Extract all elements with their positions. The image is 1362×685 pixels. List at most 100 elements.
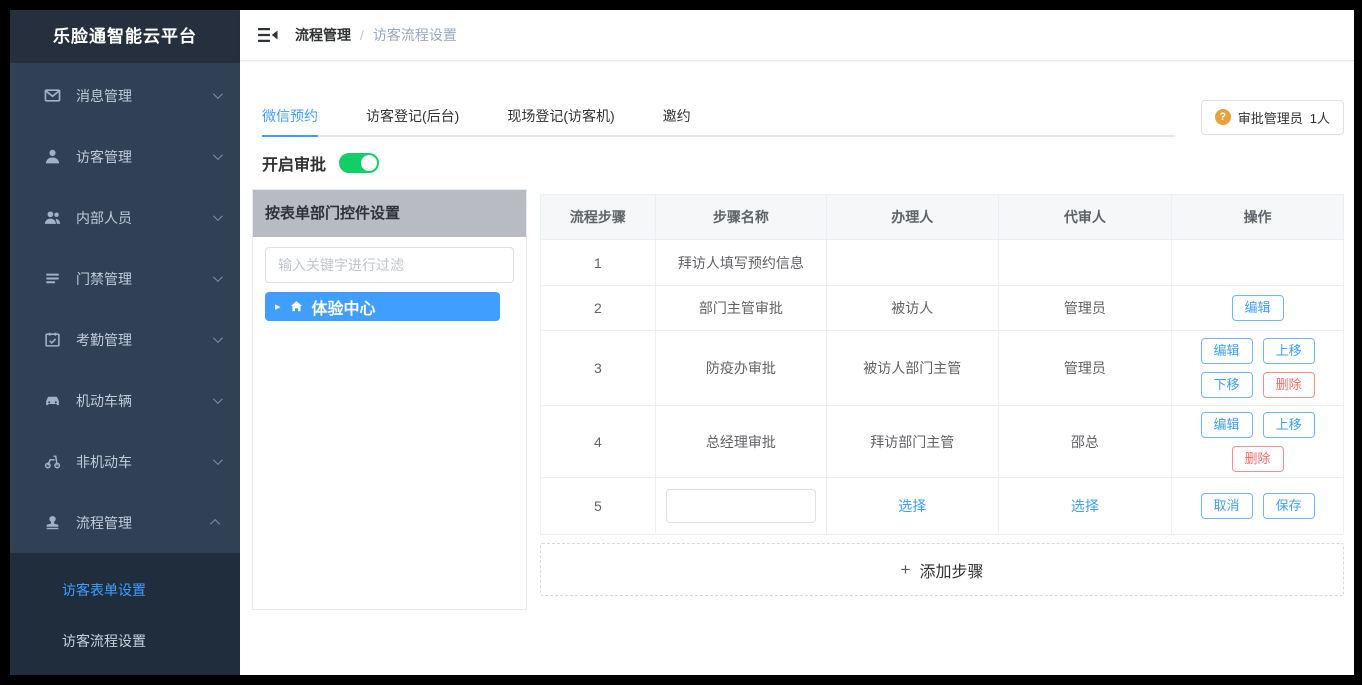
step-name-input[interactable]: [666, 489, 816, 523]
cancel-button[interactable]: 取消: [1201, 493, 1253, 519]
move-down-button[interactable]: 下移: [1201, 372, 1253, 398]
tree-node-label: 体验中心: [312, 295, 376, 319]
home-icon: [289, 299, 304, 314]
sidebar-item-label: 机动车辆: [76, 391, 132, 411]
edit-button[interactable]: 编辑: [1201, 412, 1253, 438]
edit-button[interactable]: 编辑: [1201, 338, 1253, 364]
columns: 按表单部门控件设置 ▸ 体验中心: [252, 189, 1344, 610]
keyword-filter-input[interactable]: [265, 247, 514, 283]
sidebar-item-visitor-process-settings[interactable]: 访客流程设置: [10, 616, 240, 667]
page-content: 微信预约 访客登记(后台) 现场登记(访客机) 邀约 ? 审批管理员 1人 开启…: [240, 61, 1354, 675]
app-window: 乐脸通智能云平台 消息管理 访客管理 内部人员: [10, 10, 1354, 675]
chevron-down-icon: [213, 89, 223, 99]
sidebar-menu: 消息管理 访客管理 内部人员 门禁: [10, 63, 240, 553]
tab-onsite-register-kiosk[interactable]: 现场登记(访客机): [507, 97, 614, 135]
delete-button[interactable]: 删除: [1263, 372, 1315, 398]
cell-step-name: [655, 478, 826, 535]
sidebar-item-message-management[interactable]: 消息管理: [10, 65, 240, 126]
tree-node-experience-center[interactable]: ▸ 体验中心: [265, 292, 500, 321]
sidebar: 乐脸通智能云平台 消息管理 访客管理 内部人员: [10, 10, 240, 675]
cell-handler: 被访人部门主管: [826, 331, 998, 406]
sidebar-item-visitor-management[interactable]: 访客管理: [10, 126, 240, 187]
sidebar-item-access-control[interactable]: 门禁管理: [10, 248, 240, 309]
column-header-step-name: 步骤名称: [655, 195, 826, 240]
panel-title: 按表单部门控件设置: [253, 190, 526, 237]
cell-step-name: 部门主管审批: [655, 286, 826, 331]
approval-admin-badge[interactable]: ? 审批管理员 1人: [1201, 100, 1344, 135]
main-area: 流程管理 / 访客流程设置 微信预约 访客登记(后台) 现场登记(访客机) 邀约…: [240, 10, 1354, 675]
cell-handler: 拜访部门主管: [826, 406, 998, 478]
tab-invitation[interactable]: 邀约: [663, 97, 691, 135]
plus-icon: +: [901, 560, 911, 580]
sidebar-item-label: 考勤管理: [76, 330, 132, 350]
sidebar-item-process-management[interactable]: 流程管理: [10, 492, 240, 553]
tab-visitor-register-backend[interactable]: 访客登记(后台): [366, 97, 459, 135]
tabs-nav: 微信预约 访客登记(后台) 现场登记(访客机) 邀约: [262, 97, 1175, 137]
approval-switch-label: 开启审批: [262, 151, 326, 175]
select-deputy-link[interactable]: 选择: [1071, 498, 1099, 514]
cell-deputy: 管理员: [998, 331, 1171, 406]
sidebar-item-label: 门禁管理: [76, 269, 132, 289]
approval-switch-row: 开启审批: [262, 151, 1344, 175]
save-button[interactable]: 保存: [1263, 493, 1315, 519]
cell-handler: [826, 240, 998, 286]
move-up-button[interactable]: 上移: [1263, 338, 1315, 364]
internal-staff-icon: [44, 209, 61, 226]
chevron-down-icon: [213, 394, 223, 404]
non-motor-vehicle-icon: [44, 453, 61, 470]
sidebar-submenu: 访客表单设置 访客流程设置: [10, 553, 240, 675]
approval-toggle-switch[interactable]: [339, 153, 379, 173]
cell-step: 5: [541, 478, 656, 535]
sidebar-item-visitor-form-settings[interactable]: 访客表单设置: [10, 565, 240, 616]
sidebar-item-attendance[interactable]: 考勤管理: [10, 309, 240, 370]
sidebar-item-label: 非机动车: [76, 452, 132, 472]
select-handler-link[interactable]: 选择: [898, 498, 926, 514]
collapse-sidebar-icon[interactable]: [258, 27, 278, 43]
table-row: 2 部门主管审批 被访人 管理员 编辑: [541, 286, 1344, 331]
cell-step: 3: [541, 331, 656, 406]
tab-wechat-reservation[interactable]: 微信预约: [262, 97, 318, 135]
cell-step: 4: [541, 406, 656, 478]
cell-step: 2: [541, 286, 656, 331]
column-header-actions: 操作: [1172, 195, 1344, 240]
motor-vehicle-icon: [44, 392, 61, 409]
breadcrumb-current-page: 访客流程设置: [373, 25, 457, 45]
cell-actions: 取消 保存: [1172, 478, 1344, 535]
sidebar-item-non-motor-vehicle[interactable]: 非机动车: [10, 431, 240, 492]
cell-deputy: 选择: [998, 478, 1171, 535]
move-up-button[interactable]: 上移: [1263, 412, 1315, 438]
sidebar-item-motor-vehicle[interactable]: 机动车辆: [10, 370, 240, 431]
edit-button[interactable]: 编辑: [1232, 295, 1284, 321]
cell-deputy: 邵总: [998, 406, 1171, 478]
chevron-up-icon: [210, 519, 220, 529]
table-row: 3 防疫办审批 被访人部门主管 管理员 编辑 上移 下移 删除: [541, 331, 1344, 406]
delete-button[interactable]: 删除: [1232, 446, 1284, 472]
process-steps-section: 流程步骤 步骤名称 办理人 代审人 操作 1 拜访人填写预约信息: [540, 194, 1344, 596]
app-title: 乐脸通智能云平台: [10, 10, 240, 63]
sidebar-item-label: 流程管理: [76, 513, 132, 533]
sidebar-item-internal-staff[interactable]: 内部人员: [10, 187, 240, 248]
chevron-down-icon: [213, 150, 223, 160]
table-row: 1 拜访人填写预约信息: [541, 240, 1344, 286]
cell-handler: 选择: [826, 478, 998, 535]
process-icon: [44, 514, 61, 531]
chevron-down-icon: [213, 333, 223, 343]
tabs-row: 微信预约 访客登记(后台) 现场登记(访客机) 邀约 ? 审批管理员 1人: [262, 97, 1344, 137]
attendance-icon: [44, 331, 61, 348]
breadcrumb-section[interactable]: 流程管理: [295, 25, 351, 45]
chevron-down-icon: [213, 211, 223, 221]
question-icon: ?: [1215, 109, 1231, 125]
cell-step-name: 拜访人填写预约信息: [655, 240, 826, 286]
add-step-button[interactable]: + 添加步骤: [540, 543, 1344, 596]
sidebar-item-label: 内部人员: [76, 208, 132, 228]
column-header-handler: 办理人: [826, 195, 998, 240]
cell-step-name: 防疫办审批: [655, 331, 826, 406]
cell-handler: 被访人: [826, 286, 998, 331]
cell-step-name: 总经理审批: [655, 406, 826, 478]
department-control-panel: 按表单部门控件设置 ▸ 体验中心: [252, 189, 527, 610]
column-header-deputy: 代审人: [998, 195, 1171, 240]
topbar: 流程管理 / 访客流程设置: [240, 10, 1354, 61]
cell-actions: 编辑 上移 下移 删除: [1172, 331, 1344, 406]
process-steps-table: 流程步骤 步骤名称 办理人 代审人 操作 1 拜访人填写预约信息: [540, 194, 1344, 535]
add-step-label: 添加步骤: [919, 558, 983, 582]
